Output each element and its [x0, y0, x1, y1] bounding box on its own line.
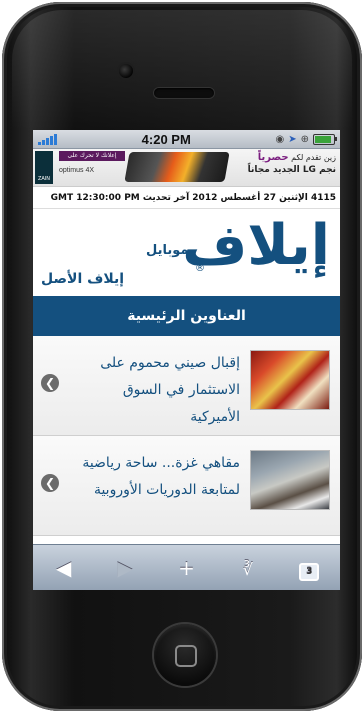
back-button[interactable]: ◀ — [44, 556, 84, 580]
status-bar: 4:20 PM ◉ ➤ ⊕ — [33, 130, 340, 149]
forward-button[interactable]: ▶ — [105, 556, 145, 580]
chevron-left-icon: ❮ — [41, 474, 59, 492]
phone-screen: 4:20 PM ◉ ➤ ⊕ ZAIN إعلانك لا تحرك على op… — [33, 130, 340, 590]
news-item[interactable]: إقبال صيني محموم على الاستثمار في السوق … — [33, 336, 340, 436]
news-thumbnail — [250, 350, 330, 410]
news-headline: مقاهي غزة... ساحة رياضية لمتابعة الدوريا… — [82, 455, 240, 498]
home-square-icon — [175, 645, 197, 667]
add-bookmark-button[interactable]: + — [166, 556, 206, 580]
status-time: 4:20 PM — [141, 131, 191, 147]
news-item[interactable]: مقاهي غزة... ساحة رياضية لمتابعة الدوريا… — [33, 436, 340, 536]
location-icon: ➤ — [288, 133, 297, 145]
front-camera — [119, 64, 133, 78]
news-list: إقبال صيني محموم على الاستثمار في السوق … — [33, 336, 340, 536]
lock-rotation-icon: ◉ — [275, 133, 285, 145]
signal-icon — [38, 133, 57, 145]
section-header: العناوين الرئيسية — [33, 296, 340, 336]
ad-tag: إعلانك لا تحرك على — [59, 151, 125, 161]
news-thumbnail — [250, 450, 330, 510]
news-headline: إقبال صيني محموم على الاستثمار في السوق … — [100, 355, 240, 425]
alarm-icon: ⊕ — [300, 133, 309, 145]
logo-mobile-label: موبايل — [146, 243, 189, 258]
elaph-original-link[interactable]: إيلاف الأصل — [41, 271, 124, 287]
dateline: 4115 الإثنين 27 أغسطس 2012 آخر تحديث GMT… — [33, 187, 340, 209]
book-icon: ∛ — [242, 559, 253, 579]
chevron-left-icon: ❮ — [41, 374, 59, 392]
battery-icon — [313, 133, 337, 145]
site-header[interactable]: إيلاف موبايل ® إيلاف الأصل — [33, 209, 340, 296]
tabs-button[interactable]: 3 — [289, 555, 329, 581]
advertisement-banner[interactable]: ZAIN إعلانك لا تحرك على optimus 4X زين ت… — [33, 149, 340, 187]
registered-mark: ® — [195, 263, 205, 274]
bookmarks-button[interactable]: ∛ — [228, 556, 268, 580]
ad-text: زين تقدم لكم حصرياً نجم LG الجديد مجاناً — [247, 152, 336, 175]
tabs-count: 3 — [299, 562, 320, 581]
ad-product: optimus 4X — [59, 167, 95, 174]
ad-phone-image — [124, 152, 230, 182]
earpiece-speaker — [154, 88, 214, 98]
zain-logo: ZAIN — [35, 151, 53, 184]
phone-shine — [12, 10, 352, 130]
home-button[interactable] — [154, 624, 216, 686]
browser-toolbar: ◀ ▶ + ∛ 3 — [33, 544, 340, 590]
